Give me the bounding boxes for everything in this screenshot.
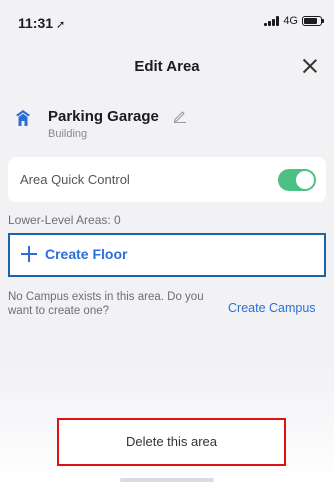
lower-level-count: Lower-Level Areas: 0 — [8, 213, 121, 227]
building-icon — [16, 110, 30, 126]
area-name: Parking Garage — [48, 108, 159, 125]
status-indicators: 4G — [264, 15, 324, 27]
toggle-knob — [296, 171, 314, 189]
status-time: 11:31 ➚ — [18, 15, 65, 31]
close-icon[interactable] — [296, 52, 324, 80]
pencil-edit-icon[interactable] — [173, 109, 187, 123]
quick-control-toggle[interactable] — [278, 169, 316, 191]
battery-icon — [302, 16, 324, 26]
delete-area-label: Delete this area — [125, 434, 218, 449]
signal-icon — [264, 16, 280, 26]
area-type: Building — [48, 128, 88, 140]
edit-area-screen: 11:31 ➚ 4G Edit Area Parking Garage Build… — [0, 0, 334, 483]
status-time-text: 11:31 — [18, 15, 54, 31]
status-bar: 11:31 ➚ 4G — [0, 0, 334, 40]
plus-icon — [20, 245, 38, 263]
create-campus-link[interactable]: Create Campus — [228, 301, 316, 315]
home-indicator — [120, 478, 214, 482]
delete-area-button[interactable]: Delete this area — [57, 418, 286, 466]
quick-control-row: Area Quick Control — [8, 157, 326, 202]
create-floor-button[interactable]: Create Floor — [8, 233, 326, 277]
network-type: 4G — [283, 15, 298, 27]
no-campus-message: No Campus exists in this area. Do you wa… — [8, 291, 204, 317]
page-title: Edit Area — [134, 58, 200, 75]
location-arrow-icon: ➚ — [56, 19, 66, 31]
create-floor-label: Create Floor — [45, 246, 128, 262]
quick-control-label: Area Quick Control — [20, 172, 130, 187]
